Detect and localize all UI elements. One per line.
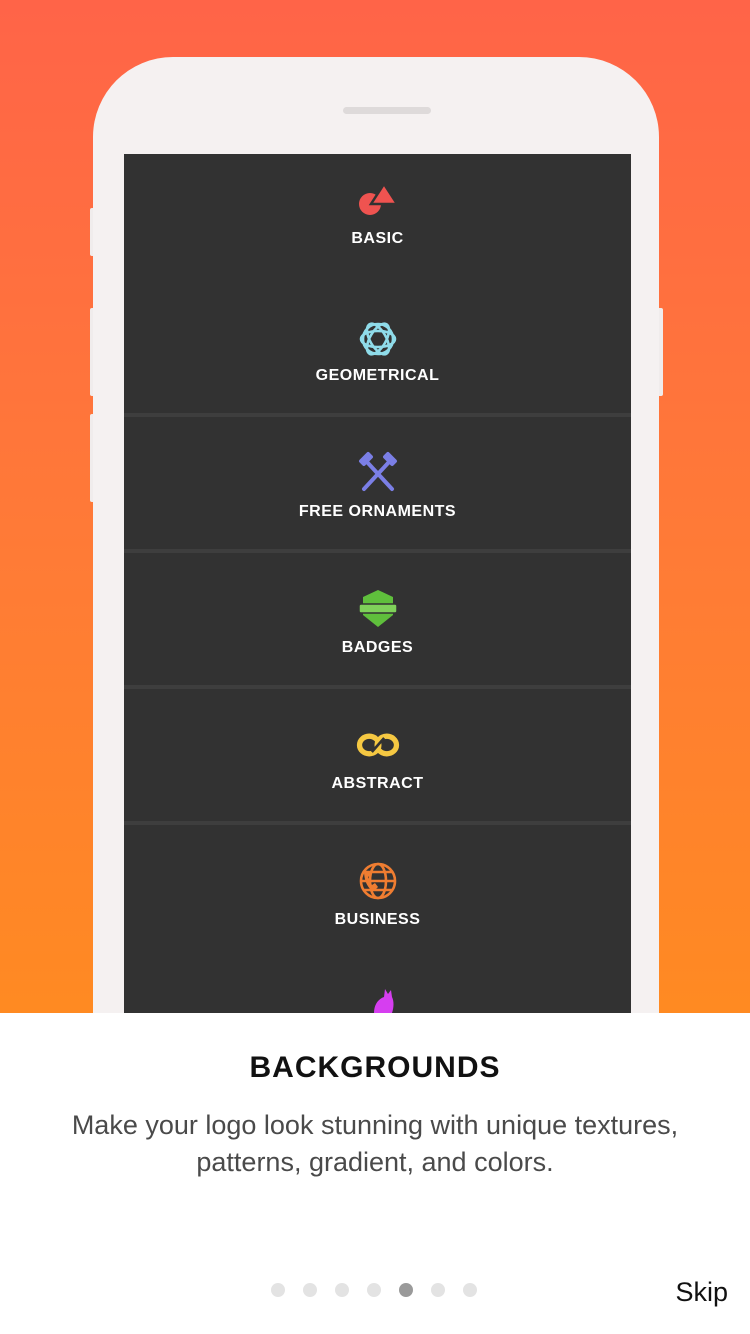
category-abstract[interactable]: ABSTRACT	[124, 689, 631, 821]
onboarding-description: Make your logo look stunning with unique…	[71, 1110, 679, 1177]
phone-screen: BASIC GEOMETRICAL FREE ORNAMENTS BADGES …	[124, 154, 631, 1013]
page-dot[interactable]	[303, 1283, 317, 1297]
geometric-flower-icon	[356, 317, 400, 361]
category-business[interactable]: BUSINESS	[124, 825, 631, 957]
page-dot[interactable]	[431, 1283, 445, 1297]
category-label: BADGES	[341, 639, 414, 656]
shapes-icon	[356, 180, 400, 224]
category-geometrical[interactable]: GEOMETRICAL	[124, 281, 631, 413]
hero-background: BASIC GEOMETRICAL FREE ORNAMENTS BADGES …	[0, 0, 750, 1013]
category-label: BUSINESS	[334, 911, 421, 928]
onboarding-title: BACKGROUNDS	[249, 1051, 501, 1084]
category-next-partial[interactable]	[124, 951, 631, 1013]
infinity-icon	[356, 723, 400, 767]
shield-badge-icon	[356, 587, 400, 631]
page-dot[interactable]	[335, 1283, 349, 1297]
page-dot[interactable]	[367, 1283, 381, 1297]
page-indicator	[271, 1283, 477, 1297]
onboarding-panel: BACKGROUNDS Make your logo look stunning…	[0, 1013, 750, 1334]
globe-phone-icon	[356, 859, 400, 903]
cat-icon	[356, 985, 400, 1013]
category-label: FREE ORNAMENTS	[298, 503, 457, 520]
phone-speaker	[343, 107, 431, 114]
page-dot[interactable]	[271, 1283, 285, 1297]
category-free-ornaments[interactable]: FREE ORNAMENTS	[124, 417, 631, 549]
category-label: GEOMETRICAL	[315, 367, 440, 384]
category-badges[interactable]: BADGES	[124, 553, 631, 685]
crossed-hammers-icon	[356, 451, 400, 495]
category-label: BASIC	[351, 230, 404, 247]
page-dot[interactable]	[463, 1283, 477, 1297]
page-dot-active[interactable]	[399, 1283, 413, 1297]
category-basic[interactable]: BASIC	[124, 154, 631, 286]
category-label: ABSTRACT	[331, 775, 424, 792]
skip-button[interactable]: Skip	[675, 1277, 728, 1308]
